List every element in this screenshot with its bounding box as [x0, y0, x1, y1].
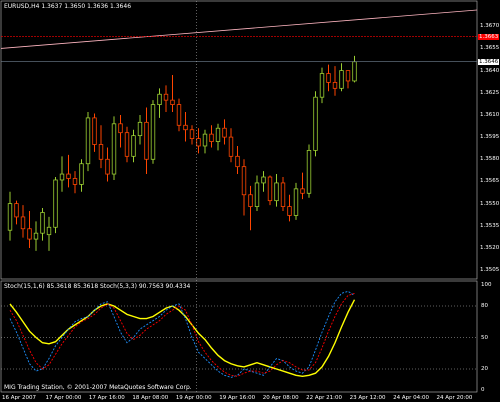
copyright-text: MIG Trading Station, © 2001-2007 MetaQuo…	[4, 384, 192, 391]
stoch-fast-main-line	[9, 290, 355, 378]
candle-body	[332, 82, 338, 89]
candle-body	[345, 70, 351, 82]
candle-body	[59, 173, 65, 181]
stoch-tick-label: 100	[481, 282, 492, 288]
time-tick-label: 20 Apr 08:00	[262, 395, 299, 401]
candle-body	[228, 136, 234, 157]
time-tick-label: 22 Apr 21:00	[306, 395, 343, 401]
candle-body	[157, 93, 162, 105]
price-tick-label: 1.3565	[480, 178, 500, 185]
candle-body	[293, 188, 299, 216]
time-tick-label: 16 Apr 2007	[2, 395, 37, 401]
candle-body	[98, 144, 104, 160]
current-price-label: 1.3646	[478, 58, 500, 65]
candle-body	[137, 121, 143, 137]
time-tick-label: 19 Apr 00:00	[175, 395, 212, 401]
price-tick-label: 1.3505	[480, 267, 500, 274]
price-tick-label: 1.3535	[480, 222, 500, 229]
candle-body	[40, 212, 45, 234]
candle-body	[20, 216, 26, 230]
candle-body	[235, 155, 240, 168]
candle-body	[248, 194, 253, 207]
time-tick-label: 24 Apr 04:00	[393, 395, 429, 401]
candle-body	[66, 173, 71, 179]
candle-body	[46, 226, 52, 236]
candle-body	[287, 206, 292, 216]
candle-body	[92, 117, 97, 145]
candle-body	[261, 176, 266, 184]
grid-layer	[0, 0, 478, 393]
candles-layer	[7, 55, 357, 251]
price-tick-label: 1.3625	[480, 89, 500, 96]
candle-body	[215, 127, 221, 142]
time-tick-label: 19 Apr 16:00	[219, 395, 256, 401]
time-tick-label: 17 Apr 16:00	[88, 395, 125, 401]
candle-body	[7, 203, 13, 231]
candle-body	[183, 124, 188, 131]
indicator-header: Stoch(15,1,6) 85.3618 85.3618 Stoch(5,3,…	[4, 283, 191, 290]
candle-body	[53, 179, 58, 228]
candle-body	[254, 182, 260, 207]
candle-body	[189, 129, 195, 139]
price-tick-label: 1.3640	[480, 67, 500, 74]
stoch-tick-label: 20	[481, 366, 488, 372]
price-tick-label: 1.3610	[480, 111, 500, 118]
trendline	[0, 9, 478, 49]
red-level-price-label: 1.3663	[478, 33, 500, 40]
price-tick-label: 1.3580	[480, 156, 500, 163]
price-tick-label: 1.3520	[480, 244, 500, 251]
candle-body	[202, 133, 208, 147]
candle-body	[209, 133, 214, 142]
candle-body	[196, 138, 201, 147]
stoch-tick-label: 80	[481, 303, 488, 309]
candle-body	[280, 182, 286, 207]
candle-body	[163, 93, 169, 101]
stoch-tick-label: 0	[481, 387, 485, 393]
main-price-chart[interactable]	[0, 0, 500, 402]
candle-body	[170, 99, 175, 105]
chart-header: EURUSD,H4 1.3637 1.3650 1.3636 1.3646	[4, 3, 132, 10]
candle-body	[267, 176, 273, 202]
stoch-tick-label: 50	[481, 334, 488, 341]
candle-body	[72, 178, 78, 185]
candle-body	[118, 123, 123, 134]
candle-body	[274, 182, 279, 202]
price-tick-label: 1.3655	[480, 45, 500, 52]
candle-body	[326, 73, 331, 83]
candle-body	[241, 166, 247, 196]
candle-body	[352, 61, 357, 82]
candle-body	[33, 232, 39, 240]
candle-body	[111, 123, 117, 175]
candle-body	[222, 127, 227, 138]
candle-body	[313, 96, 318, 151]
candle-body	[176, 104, 182, 126]
candle-body	[300, 188, 305, 194]
candle-body	[319, 73, 325, 98]
chart-window[interactable]: EURUSD,H4 1.3637 1.3650 1.3636 1.3646 St…	[0, 0, 500, 402]
price-tick-label: 1.3670	[480, 23, 500, 30]
candle-body	[144, 121, 149, 160]
time-tick-label: 23 Apr 12:00	[349, 395, 386, 401]
candle-body	[306, 150, 312, 194]
candle-body	[124, 132, 130, 157]
candle-body	[150, 104, 156, 160]
overlay-layer	[0, 1, 478, 392]
candle-body	[105, 158, 110, 175]
time-tick-label: 18 Apr 08:00	[132, 395, 169, 401]
candle-body	[79, 163, 84, 185]
time-tick-label: 17 Apr 00:00	[45, 395, 82, 401]
candle-body	[131, 135, 136, 157]
price-tick-label: 1.3595	[480, 134, 500, 141]
time-tick-label: 24 Apr 20:00	[436, 395, 473, 401]
candle-body	[14, 203, 19, 218]
price-tick-label: 1.3550	[480, 200, 500, 207]
stochastic-layer	[1, 290, 477, 378]
candle-body	[27, 228, 32, 240]
candle-body	[339, 70, 344, 89]
candle-body	[85, 117, 91, 165]
